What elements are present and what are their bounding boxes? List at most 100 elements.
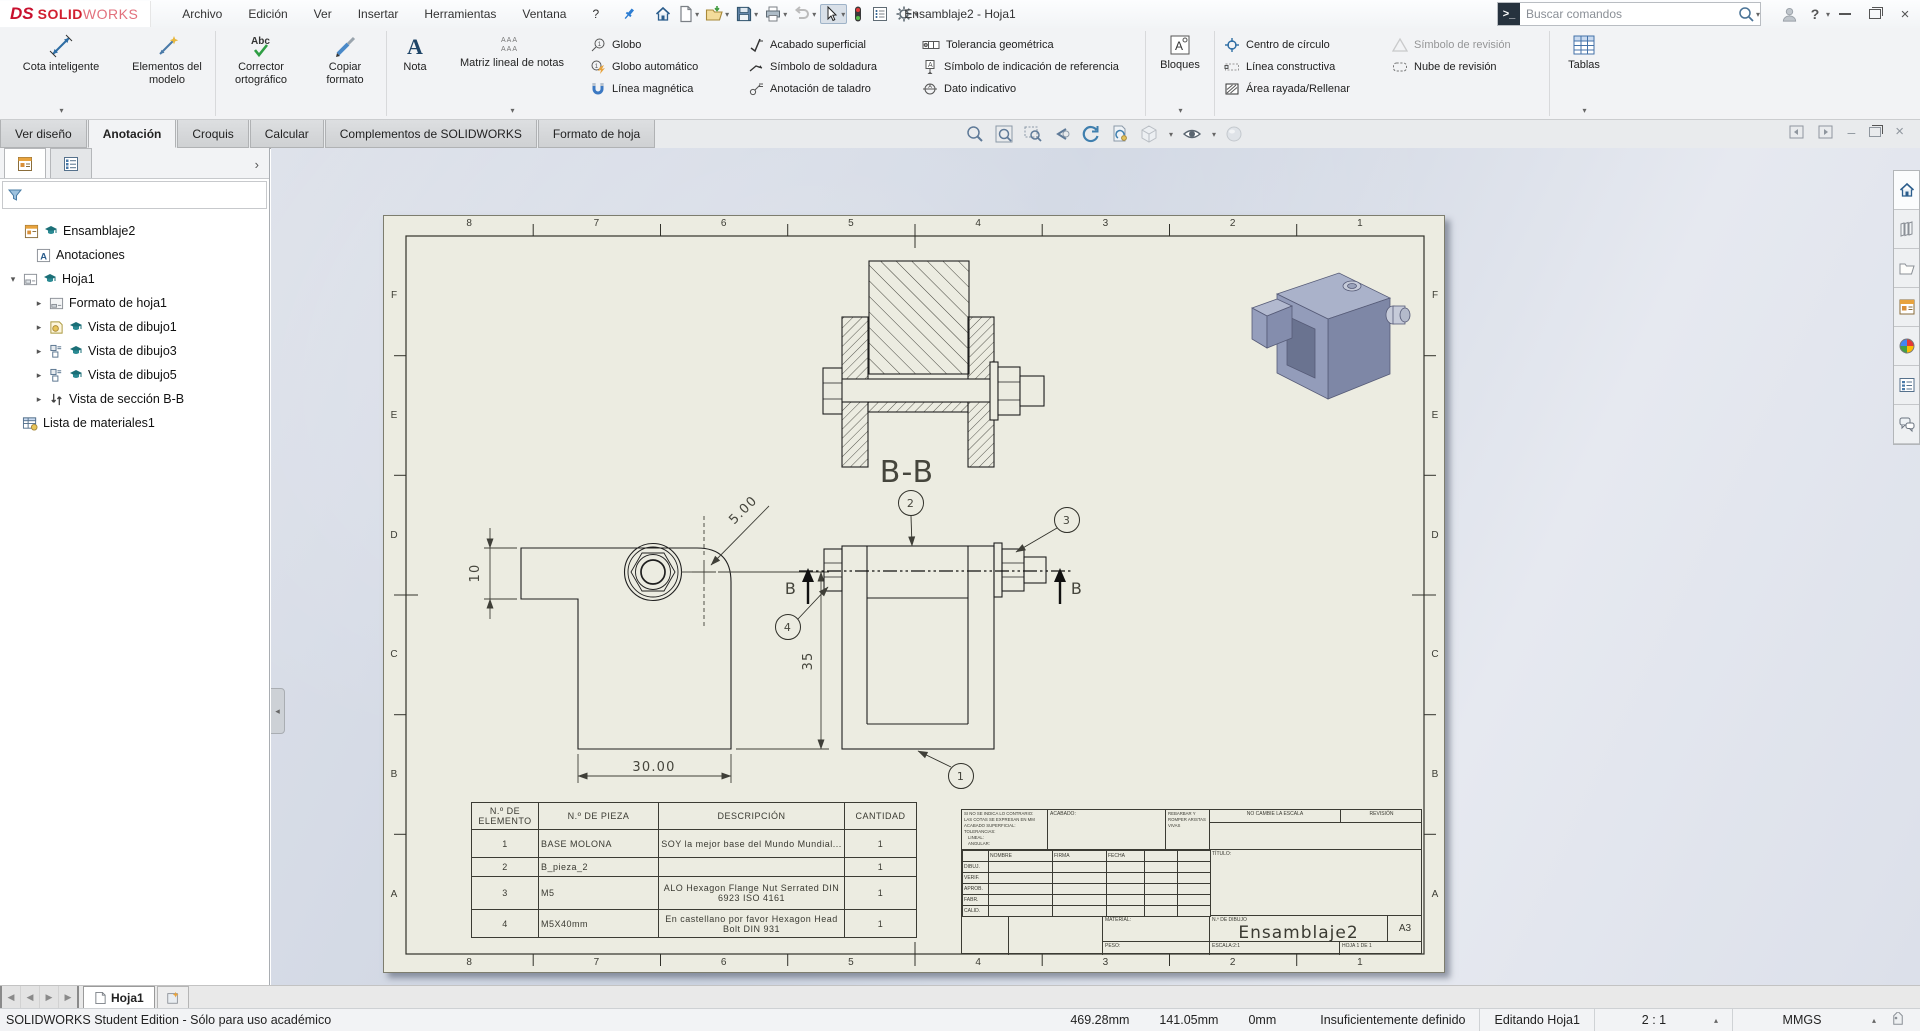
tree-item-lista-de-materiales1[interactable]: Lista de materiales1 bbox=[0, 411, 269, 435]
balloon-4[interactable]: 4 bbox=[776, 615, 801, 640]
caret-icon[interactable]: ▾ bbox=[1756, 10, 1760, 19]
datum-target-button[interactable]: ADato indicativo bbox=[922, 79, 1136, 98]
rebuild-button[interactable] bbox=[849, 4, 867, 24]
taskpane-forum-button[interactable] bbox=[1894, 405, 1919, 444]
taskpane-appearances-button[interactable] bbox=[1894, 327, 1919, 366]
dimension-35-value[interactable]: 35 bbox=[801, 652, 816, 671]
zoom-icon[interactable] bbox=[965, 124, 985, 144]
titleblock-drawing-number[interactable]: N.º DE DIBUJO Ensamblaje2 bbox=[1210, 916, 1388, 942]
dimension-10[interactable] bbox=[484, 528, 517, 619]
tree-item-hoja1[interactable]: ▾ Hoja1 bbox=[0, 267, 269, 291]
menu-edicion[interactable]: Edición bbox=[235, 0, 300, 28]
prev-sheet-button[interactable]: ◀ bbox=[21, 986, 40, 1009]
tab-croquis[interactable]: Croquis bbox=[177, 120, 248, 148]
caret-icon[interactable]: ▾ bbox=[1212, 130, 1216, 139]
caret-icon[interactable]: ▾ bbox=[1582, 106, 1586, 115]
doc-close-button[interactable]: × bbox=[1895, 123, 1904, 140]
zoom-area-icon[interactable] bbox=[1023, 124, 1043, 144]
panel-splitter-handle[interactable]: ◂ bbox=[271, 688, 285, 734]
model-items-button[interactable]: Elementos del modelo bbox=[120, 28, 214, 119]
sheet-scale[interactable]: 2 : 1 bbox=[1595, 1009, 1713, 1031]
zoom-fit-icon[interactable] bbox=[994, 124, 1014, 144]
caret-icon[interactable]: ▾ bbox=[1178, 106, 1182, 115]
bom-row[interactable]: 4 M5X40mm En castellano por favor Hexago… bbox=[472, 910, 917, 938]
close-button[interactable]: × bbox=[1890, 1, 1920, 27]
magnetic-line-button[interactable]: Línea magnética bbox=[590, 79, 732, 98]
centerline-button[interactable]: Línea constructiva bbox=[1224, 57, 1376, 76]
balloon-3[interactable]: 3 bbox=[1055, 508, 1080, 533]
add-sheet-button[interactable] bbox=[157, 986, 189, 1009]
save-button[interactable]: ▾ bbox=[733, 4, 760, 24]
side-view[interactable] bbox=[824, 543, 1046, 749]
menu-herramientas[interactable]: Herramientas bbox=[411, 0, 509, 28]
blocks-button[interactable]: A Bloques ▾ bbox=[1147, 28, 1213, 119]
revision-cloud-button[interactable]: Nube de revisión bbox=[1392, 57, 1540, 76]
geometric-tolerance-button[interactable]: Tolerancia geométrica bbox=[922, 35, 1136, 54]
caret-icon[interactable]: ▾ bbox=[510, 106, 514, 115]
note-button[interactable]: A Nota bbox=[388, 28, 442, 119]
bom-row[interactable]: 1 BASE MOLONA SOY la mejor base del Mund… bbox=[472, 830, 917, 858]
tree-item-vista-de-dibujo1[interactable]: ▸ Vista de dibujo1 bbox=[0, 315, 269, 339]
isometric-view[interactable] bbox=[1252, 273, 1410, 399]
front-view[interactable] bbox=[521, 544, 731, 750]
tree-item-formato-de-hoja1[interactable]: ▸ Formato de hoja1 bbox=[0, 291, 269, 315]
tree-item-ensamblaje2[interactable]: Ensamblaje2 bbox=[0, 219, 269, 243]
balloon-2[interactable]: 2 bbox=[899, 491, 924, 516]
update-sheet-icon[interactable] bbox=[1110, 124, 1130, 144]
spell-checker-button[interactable]: Abc Corrector ortográfico bbox=[217, 28, 305, 119]
tree-item-anotaciones[interactable]: A Anotaciones bbox=[0, 243, 269, 267]
menu-help[interactable]: ? bbox=[579, 0, 612, 28]
last-sheet-button[interactable]: ▶ bbox=[59, 986, 79, 1009]
taskpane-home-button[interactable] bbox=[1894, 171, 1919, 210]
datum-feature-button[interactable]: ASímbolo de indicación de referencia bbox=[922, 57, 1136, 76]
tab-anotacion[interactable]: Anotación bbox=[88, 120, 177, 148]
doc-minimize-button[interactable]: – bbox=[1847, 124, 1855, 140]
status-tag-button[interactable] bbox=[1876, 1009, 1920, 1031]
command-search[interactable]: >_ ▾ bbox=[1497, 2, 1761, 26]
home-button[interactable] bbox=[652, 4, 674, 24]
next-sheet-button[interactable]: ▶ bbox=[40, 986, 59, 1009]
menu-ver[interactable]: Ver bbox=[301, 0, 345, 28]
smart-dimension-button[interactable]: Cota inteligente ▾ bbox=[2, 28, 120, 119]
first-sheet-button[interactable]: ◀ bbox=[0, 986, 21, 1009]
select-tool-button[interactable]: ▾ bbox=[820, 4, 847, 24]
caret-icon[interactable]: ▾ bbox=[841, 10, 845, 19]
tab-calcular[interactable]: Calcular bbox=[250, 120, 324, 148]
taskpane-view-palette-button[interactable] bbox=[1894, 288, 1919, 327]
unit-system[interactable]: MMGS bbox=[1733, 1009, 1871, 1031]
taskpane-file-explorer-button[interactable] bbox=[1894, 249, 1919, 288]
title-block[interactable]: SI NO SE INDICA LO CONTRARIO: LAS COTAS … bbox=[961, 809, 1422, 954]
expand-icon[interactable]: ▸ bbox=[34, 346, 44, 357]
dimension-5-value[interactable]: 5.00 bbox=[726, 493, 760, 527]
properties-button[interactable] bbox=[869, 4, 891, 24]
surface-finish-button[interactable]: Acabado superficial bbox=[748, 35, 906, 54]
graphics-area[interactable]: 87654321 87654321 FEDCBA FEDCBA bbox=[271, 148, 1920, 985]
balloon-1[interactable]: 1 bbox=[949, 764, 974, 789]
balloon-button[interactable]: 1Globo bbox=[590, 35, 732, 54]
hole-callout-button[interactable]: Anotación de taladro bbox=[748, 79, 906, 98]
expand-icon[interactable]: ▸ bbox=[34, 298, 44, 309]
dimension-30-value[interactable]: 30.00 bbox=[632, 760, 675, 775]
feature-tree-tab[interactable] bbox=[4, 148, 46, 178]
doc-restore-button[interactable] bbox=[1869, 127, 1881, 137]
search-input[interactable] bbox=[1520, 7, 1737, 21]
caret-icon[interactable]: ▾ bbox=[695, 10, 699, 19]
tree-item-vista-de-dibujo5[interactable]: ▸ Vista de dibujo5 bbox=[0, 363, 269, 387]
bom-row[interactable]: 3 M5 ALO Hexagon Flange Nut Serrated DIN… bbox=[472, 877, 917, 910]
tab-ver-diseno[interactable]: Ver diseño bbox=[0, 120, 87, 148]
bom-table[interactable]: N.º DE ELEMENTO N.º DE PIEZA DESCRIPCIÓN… bbox=[471, 802, 917, 938]
expand-icon[interactable]: ▸ bbox=[34, 322, 44, 333]
tree-item-vista-de-dibujo3[interactable]: ▸ Vista de dibujo3 bbox=[0, 339, 269, 363]
open-button[interactable]: ▾ bbox=[703, 4, 731, 24]
tree-filter[interactable] bbox=[2, 181, 267, 209]
hatch-fill-button[interactable]: Área rayada/Rellenar bbox=[1224, 79, 1376, 98]
tab-formato-de-hoja[interactable]: Formato de hoja bbox=[538, 120, 655, 148]
bom-row[interactable]: 2 B_pieza_2 1 bbox=[472, 858, 917, 877]
caret-icon[interactable]: ▾ bbox=[754, 10, 758, 19]
menu-insertar[interactable]: Insertar bbox=[345, 0, 412, 28]
restore-button[interactable] bbox=[1860, 1, 1890, 27]
menu-ventana[interactable]: Ventana bbox=[509, 0, 579, 28]
panel-left-icon[interactable] bbox=[1789, 125, 1804, 139]
menu-archivo[interactable]: Archivo bbox=[169, 0, 235, 28]
dimension-10-value[interactable]: 10 bbox=[468, 564, 483, 583]
